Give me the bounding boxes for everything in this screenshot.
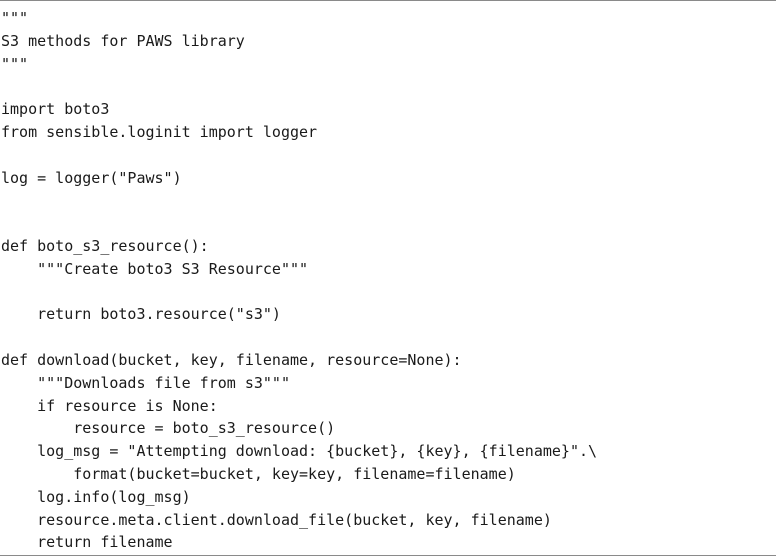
code-line: if resource is None: xyxy=(1,396,218,415)
code-line: """Downloads file from s3""" xyxy=(1,373,290,392)
code-line: format(bucket=bucket, key=key, filename=… xyxy=(1,464,516,483)
code-line: log_msg = "Attempting download: {bucket}… xyxy=(1,442,598,461)
code-line: log = logger("Paws") xyxy=(1,168,182,187)
code-line: S3 methods for PAWS library xyxy=(1,31,245,50)
code-line: """ xyxy=(1,54,29,73)
code-line: def boto_s3_resource(): xyxy=(1,236,209,255)
code-line: """ xyxy=(1,9,29,27)
code-line: resource.meta.client.download_file(bucke… xyxy=(1,510,552,529)
code-listing: """ S3 methods for PAWS library """ import … xyxy=(0,0,776,556)
code-line: return boto3.resource("s3") xyxy=(1,305,281,324)
code-line: from sensible.loginit import logger xyxy=(1,122,318,141)
code-lines: """ S3 methods for PAWS library """ import … xyxy=(1,7,597,554)
code-line: return filename xyxy=(1,533,173,552)
code-line: log.info(log_msg) xyxy=(1,487,191,506)
code-line: import boto3 xyxy=(1,100,110,119)
code-line: resource = boto_s3_resource() xyxy=(1,419,336,438)
code-line: """Create boto3 S3 Resource""" xyxy=(1,259,309,278)
code-line: def download(bucket, key, filename, reso… xyxy=(1,350,462,369)
